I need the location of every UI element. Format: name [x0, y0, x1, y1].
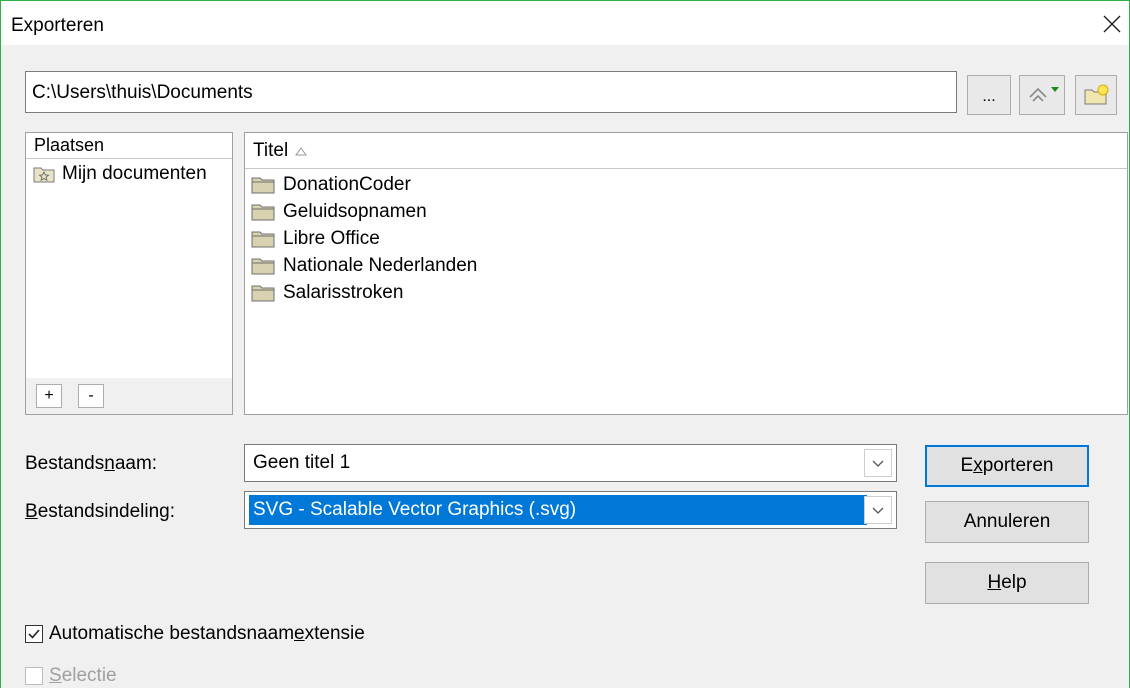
format-dropdown-button[interactable]: [864, 496, 892, 524]
places-item-label: Mijn documenten: [62, 163, 207, 184]
filename-dropdown-button[interactable]: [864, 449, 892, 477]
export-dialog: Exporteren C:\Users\thuis\Documents ... …: [0, 0, 1130, 688]
auto-extension-checkbox[interactable]: Automatische bestandsnaamextensie: [25, 623, 365, 645]
places-panel: Plaatsen Mijn documenten + -: [25, 132, 233, 415]
chevron-down-icon: [872, 507, 884, 514]
selection-checkbox: Selectie: [25, 665, 117, 687]
remove-place-button[interactable]: -: [78, 384, 104, 408]
export-button[interactable]: Exporteren: [925, 445, 1089, 487]
file-row[interactable]: Salarisstroken: [251, 279, 403, 306]
browse-label: ...: [982, 88, 996, 105]
folder-icon: [251, 231, 275, 247]
checkbox-checked-icon[interactable]: [25, 625, 43, 643]
folder-icon: [251, 177, 275, 193]
cancel-label: Annuleren: [963, 511, 1051, 532]
new-folder-icon: [1084, 84, 1109, 105]
filename-label: Bestandsnaam:: [25, 453, 158, 474]
format-combobox[interactable]: SVG - Scalable Vector Graphics (.svg): [244, 491, 897, 529]
checkbox-unchecked-icon: [25, 667, 43, 685]
file-row[interactable]: Libre Office: [251, 225, 380, 252]
path-input[interactable]: C:\Users\thuis\Documents: [25, 71, 957, 113]
add-place-label: +: [44, 387, 54, 404]
places-footer: + -: [26, 378, 232, 414]
help-button[interactable]: Help: [925, 562, 1089, 604]
file-name: Geluidsopnamen: [283, 200, 427, 222]
file-row[interactable]: Nationale Nederlanden: [251, 252, 477, 279]
folder-icon: [251, 204, 275, 220]
help-label: Help: [987, 572, 1027, 593]
cancel-button[interactable]: Annuleren: [925, 501, 1089, 543]
file-name: Libre Office: [283, 227, 380, 249]
file-list: Titel DonationCoder Geluidsopnamen Libre…: [244, 132, 1128, 415]
dialog-title: Exporteren: [11, 15, 104, 36]
format-label: Bestandsindeling:: [25, 501, 176, 522]
file-name: Nationale Nederlanden: [283, 254, 478, 276]
file-name: DonationCoder: [283, 173, 411, 195]
remove-place-label: -: [88, 387, 94, 404]
title-bar: Exporteren: [1, 1, 1129, 45]
selection-label: Selectie: [49, 665, 117, 686]
filename-value[interactable]: Geen titel 1: [249, 445, 350, 481]
sort-ascending-icon: [295, 146, 308, 155]
places-item-my-documents[interactable]: Mijn documenten: [32, 161, 232, 187]
close-icon[interactable]: [1101, 13, 1123, 35]
export-label: Exporteren: [960, 455, 1054, 476]
column-header-label: Titel: [253, 139, 289, 161]
auto-extension-label: Automatische bestandsnaamextensie: [49, 623, 365, 644]
file-row[interactable]: Geluidsopnamen: [251, 198, 427, 225]
folder-icon: [251, 258, 275, 274]
new-folder-button[interactable]: [1075, 75, 1117, 115]
star-folder-icon: [33, 167, 55, 183]
format-value[interactable]: SVG - Scalable Vector Graphics (.svg): [249, 495, 867, 525]
browse-button[interactable]: ...: [967, 75, 1011, 115]
add-place-button[interactable]: +: [36, 384, 62, 408]
places-header: Plaatsen: [26, 133, 232, 159]
filename-combobox[interactable]: Geen titel 1: [244, 444, 897, 482]
file-row[interactable]: DonationCoder: [251, 171, 411, 198]
chevron-down-icon: [872, 460, 884, 467]
file-name: Salarisstroken: [283, 281, 404, 303]
up-level-icon: [1029, 87, 1059, 102]
column-header-title[interactable]: Titel: [245, 133, 1127, 169]
folder-icon: [251, 285, 275, 301]
up-level-button[interactable]: [1019, 75, 1065, 115]
